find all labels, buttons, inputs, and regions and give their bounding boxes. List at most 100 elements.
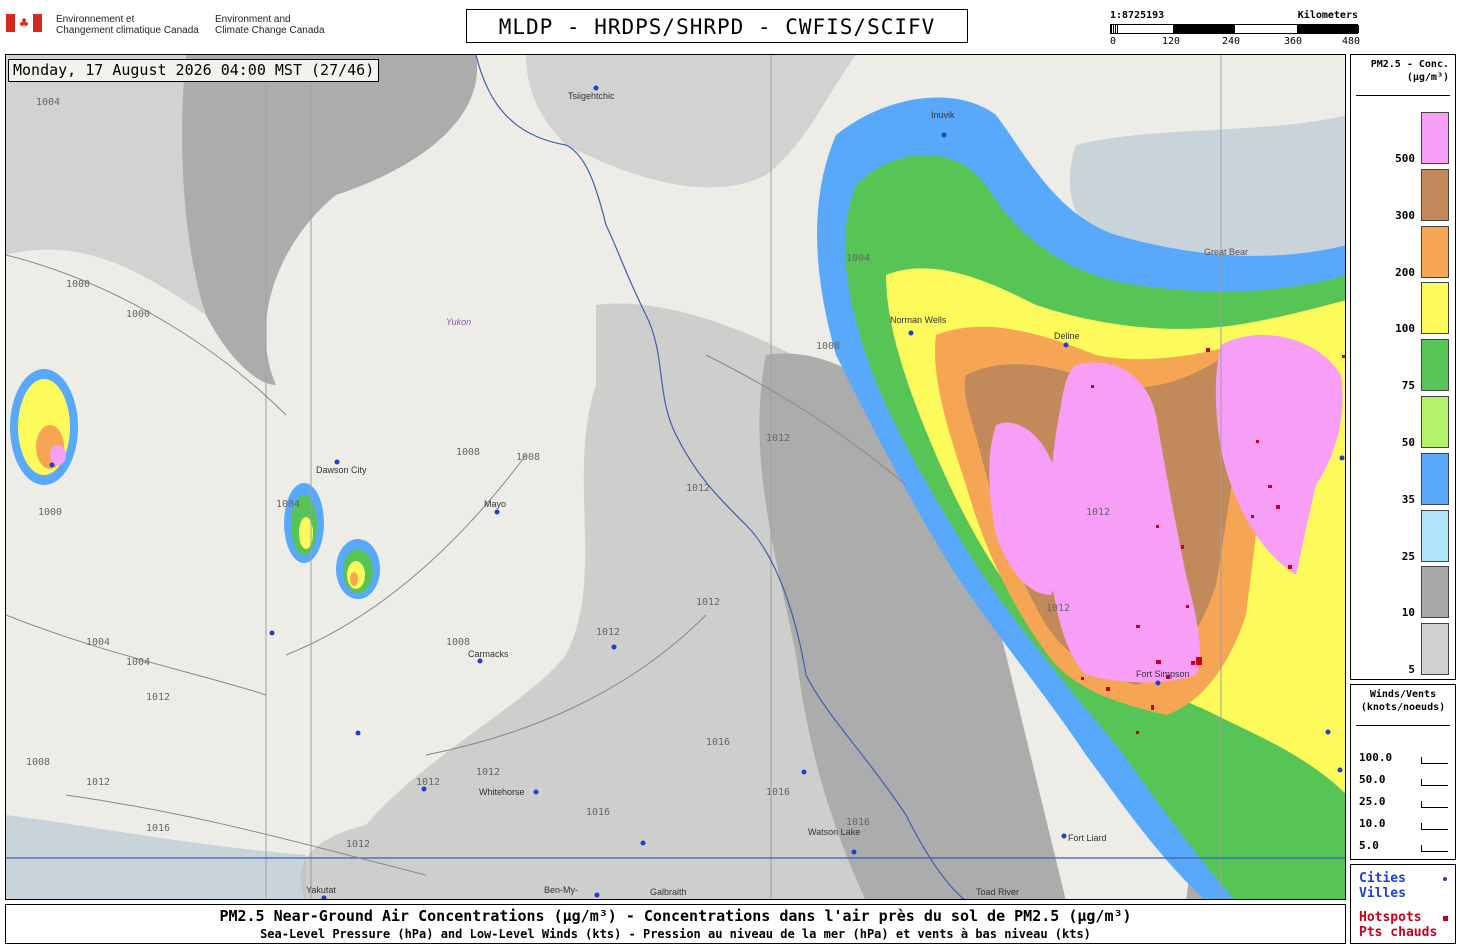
isobar-label: 1016 (706, 737, 730, 748)
legend-level-label: 200 (1395, 265, 1415, 279)
map-caption: PM2.5 Near-Ground Air Concentrations (µg… (5, 904, 1346, 944)
hotspots-legend-label: Hotspots Pts chauds (1359, 910, 1438, 940)
scale-tick: 480 (1342, 36, 1361, 47)
isobar-label: 1016 (586, 807, 610, 818)
winds-legend: Winds/Vents (knots/noeuds) 100.0 50.0 25.0… (1350, 684, 1456, 860)
place-carmacks: Carmacks (468, 649, 509, 659)
isobar-label: 1016 (766, 787, 790, 798)
isobar-label: 1000 (38, 507, 62, 518)
place-yukon: Yukon (446, 317, 471, 327)
wind-speed-label: 5.0 (1359, 839, 1379, 852)
isobar-label: 1004 (846, 253, 870, 264)
place-mayo: Mayo (484, 499, 506, 509)
isobar-label: 1016 (146, 823, 170, 834)
isobar-label: 1000 (126, 309, 150, 320)
wind-barb-icon (1421, 801, 1448, 808)
isobar-label: 1004 (86, 637, 110, 648)
isobar-label: 1012 (686, 483, 710, 494)
isobar-label: 1008 (446, 637, 470, 648)
wind-barb-icon (1421, 845, 1448, 852)
smoke-plume-west (10, 369, 380, 599)
scale-ratio: 1:8725193 (1110, 10, 1165, 21)
legend-swatch (1421, 566, 1449, 619)
isobar-label: 1008 (516, 452, 540, 463)
place-deline: Deline (1054, 331, 1080, 341)
scale-bar: 1:8725193 Kilometers 0 120 240 360 480 (1110, 10, 1361, 50)
caption-line-1: PM2.5 Near-Ground Air Concentrations (µg… (219, 907, 1132, 925)
isobar-label: 1004 (36, 97, 60, 108)
place-tsiigehtchic: Tsiigehtchic (568, 91, 615, 101)
place-yakutat: Yakutat (306, 885, 336, 895)
place-toad-river: Toad River (976, 887, 1019, 897)
place-inuvik: Inuvik (931, 110, 955, 120)
place-whitehorse: Whitehorse (479, 787, 525, 797)
place-watson-lake: Watson Lake (808, 827, 860, 837)
isobar-label: 1012 (696, 597, 720, 608)
wind-speed-label: 100.0 (1359, 751, 1393, 764)
legend-swatch (1421, 339, 1449, 392)
marker-legend: Cities Villes Hotspots Pts chauds (1350, 864, 1456, 944)
legend-level-label: 75 (1401, 379, 1415, 393)
legend-swatch (1421, 225, 1449, 278)
isobar-label: 1012 (346, 839, 370, 850)
wind-speed-label: 25.0 (1359, 795, 1386, 808)
department-name-en: Environment and Climate Change Canada (215, 14, 325, 36)
legend-swatch (1421, 396, 1449, 448)
legend-swatch (1421, 168, 1449, 221)
isobar-label: 1012 (1046, 603, 1070, 614)
map-canvas: 1004 1000 1000 1000 1004 1004 1004 1012 … (6, 55, 1345, 899)
place-great-bear: Great Bear (1204, 247, 1248, 257)
product-title: MLDP - HRDPS/SHRPD - CWFIS/SCIFV (466, 9, 968, 43)
winds-legend-title: Winds/Vents (knots/noeuds) (1360, 689, 1446, 713)
wind-speed-label: 10.0 (1359, 817, 1386, 830)
place-dawson-city: Dawson City (316, 465, 367, 475)
cities-legend-label: Cities Villes (1359, 871, 1406, 901)
scale-bar-graphic (1110, 24, 1359, 34)
legend-swatch (1421, 282, 1449, 335)
legend-level-label: 500 (1395, 152, 1415, 165)
legend-level-label: 100 (1395, 322, 1415, 336)
legend-swatch (1421, 509, 1449, 562)
legend-title: PM2.5 - Conc. (µg/m³) (1370, 59, 1449, 83)
isobar-label: 1008 (26, 757, 50, 768)
wind-barb-icon (1421, 823, 1448, 830)
wind-barb-icon (1421, 779, 1448, 786)
scale-tick: 0 (1110, 36, 1117, 47)
canada-flag-icon: ♣ (6, 14, 42, 32)
place-norman-wells: Norman Wells (890, 315, 947, 325)
forecast-timestamp: Monday, 17 August 2026 04:00 MST (27/46) (8, 59, 380, 82)
legend-level-label: 10 (1401, 606, 1415, 620)
wind-speed-label: 50.0 (1359, 773, 1386, 786)
smoke-forecast-map[interactable]: 1004 1000 1000 1000 1004 1004 1004 1012 … (5, 54, 1346, 900)
legend-level-label: 5 (1408, 663, 1415, 677)
wind-barb-icon (1421, 757, 1448, 764)
isobar-label: 1012 (766, 433, 790, 444)
scale-tick: 360 (1284, 36, 1303, 47)
isobar-label: 1004 (126, 657, 150, 668)
legend-swatch (1421, 452, 1449, 505)
isobar-label: 1012 (146, 692, 170, 703)
isobar-label: 1008 (816, 341, 840, 352)
scale-tick: 240 (1222, 36, 1241, 47)
place-fort-liard: Fort Liard (1068, 833, 1107, 843)
legend-level-label: 50 (1401, 436, 1415, 449)
place-ben-my: Ben-My- (544, 885, 578, 895)
legend-swatch (1421, 112, 1449, 164)
isobar-label: 1012 (416, 777, 440, 788)
place-galbraith: Galbraith (650, 887, 687, 897)
eccc-logo: ♣ Environnement et Changement climatique … (6, 14, 336, 38)
legend-swatch (1421, 623, 1449, 676)
city-dot-icon (1443, 877, 1447, 881)
isobar-label: 1004 (276, 499, 300, 510)
legend-level-label: 35 (1401, 492, 1415, 506)
caption-line-2: Sea-Level Pressure (hPa) and Low-Level W… (260, 927, 1091, 941)
scale-unit: Kilometers (1297, 10, 1358, 21)
isobar-label: 1012 (476, 767, 500, 778)
isobar-label: 1000 (66, 279, 90, 290)
isobar-label: 1012 (86, 777, 110, 788)
pm25-legend: PM2.5 - Conc. (µg/m³) 500 300 200 100 75 50 35… (1350, 54, 1456, 680)
isobar-label: 1008 (456, 447, 480, 458)
legend-level-label: 300 (1395, 208, 1415, 222)
legend-level-label: 25 (1401, 549, 1415, 563)
place-fort-simpson: Fort Simpson (1136, 669, 1190, 679)
